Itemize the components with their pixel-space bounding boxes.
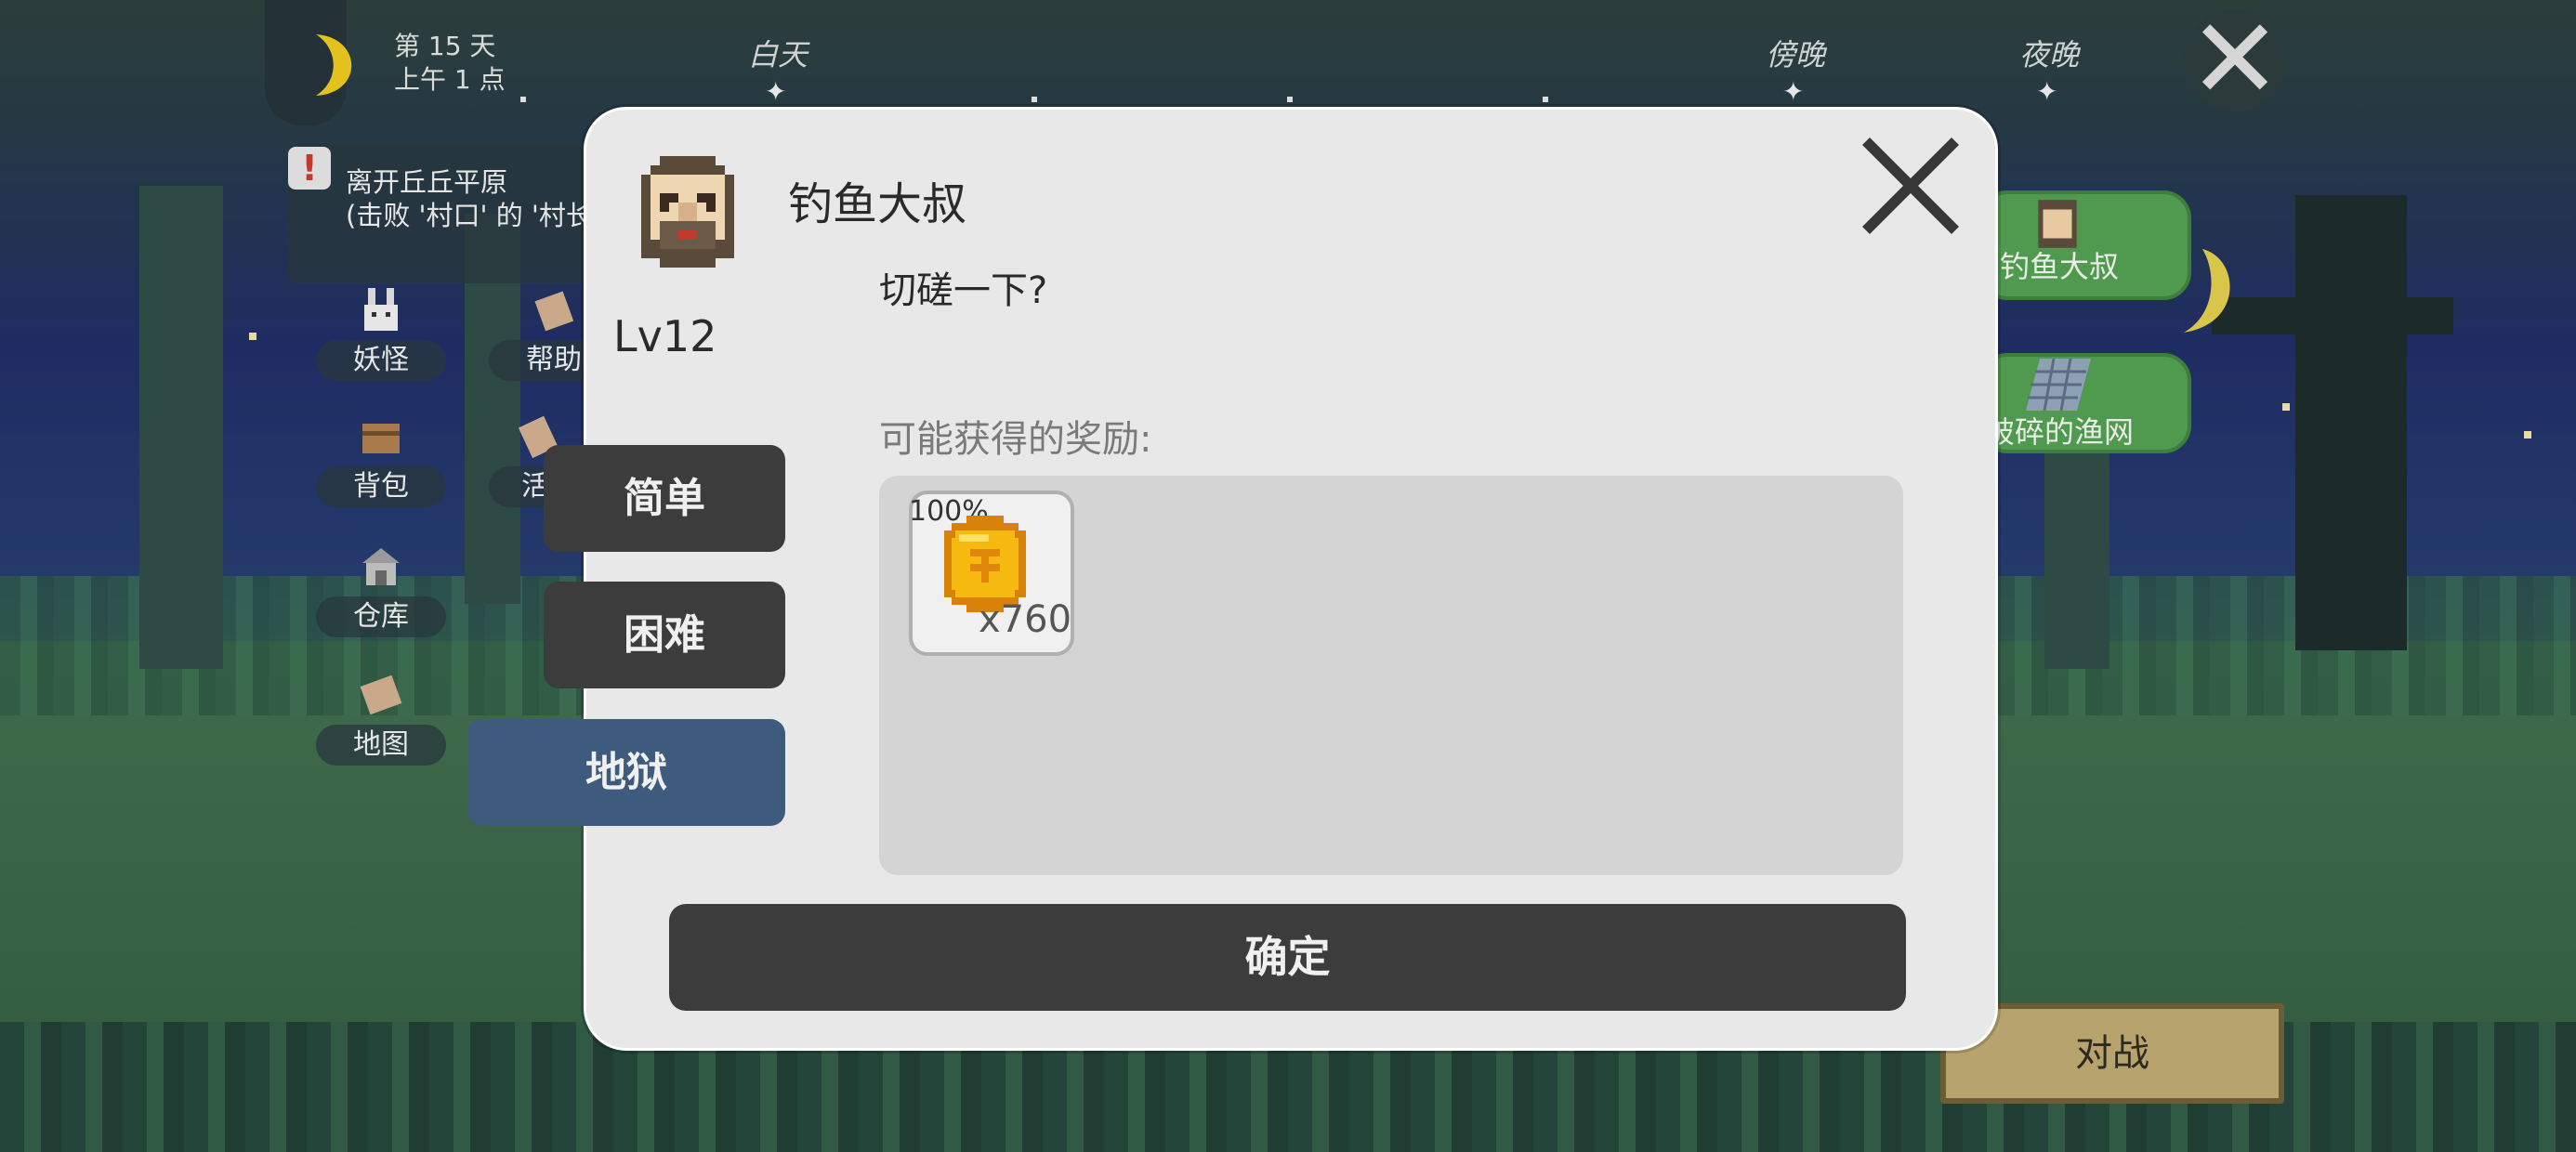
tree-trunk-left: [139, 186, 223, 669]
firefly: [2524, 431, 2531, 439]
close-game-button[interactable]: ✕: [2184, 5, 2286, 116]
scroll-icon: [534, 291, 574, 332]
close-icon: [1862, 137, 1959, 234]
quest-detail: (击败 '村口' 的 '村长: [346, 200, 593, 231]
tree-dark-right: [2295, 195, 2407, 650]
phase-day: 白天: [748, 37, 808, 72]
clock: 上午 1 点: [394, 64, 506, 95]
close-icon: ✕: [2188, 0, 2282, 124]
rewards-heading: 可能获得的奖励:: [879, 418, 1152, 461]
firefly: [249, 333, 256, 340]
broken-net-label: 破碎的渔网: [1985, 414, 2135, 450]
menu-warehouse-button[interactable]: 仓库: [316, 544, 446, 637]
difficulty-hard-button[interactable]: 困难: [544, 582, 785, 688]
quest-text: 离开丘丘平原 (击败 '村口' 的 '村长: [346, 165, 593, 232]
greeting-text: 切磋一下?: [879, 269, 1048, 312]
moon-icon: [316, 34, 352, 96]
phase-dusk: 傍晚: [1766, 37, 1826, 72]
menu-monsters-button[interactable]: 妖怪: [316, 288, 446, 381]
timeline-dot: [520, 97, 526, 102]
menu-map-button[interactable]: 地图: [316, 673, 446, 766]
phase-marker-icon: ✦: [765, 76, 787, 107]
difficulty-easy-button[interactable]: 简单: [544, 445, 785, 552]
menu-label: 妖怪: [353, 344, 409, 376]
npc-fisherman-label: 钓鱼大叔: [2000, 249, 2120, 284]
reward-quantity: x760: [979, 598, 1072, 641]
day-counter: 第 15 天: [394, 31, 496, 61]
warehouse-icon: [362, 548, 400, 585]
close-dialog-button[interactable]: [1857, 132, 1965, 240]
day-time: 第 15 天 上午 1 点: [394, 30, 506, 97]
menu-backpack-button[interactable]: 背包: [316, 414, 446, 507]
confirm-button[interactable]: 确定: [669, 904, 1906, 1011]
timeline-dot: [1032, 97, 1037, 102]
phase-marker-icon: ✦: [2036, 76, 2058, 107]
npc-name: 钓鱼大叔: [788, 178, 967, 230]
menu-label: 背包: [353, 470, 409, 503]
npc-level: Lv12: [613, 311, 717, 361]
quest-title: 离开丘丘平原: [346, 166, 508, 198]
menu-label: 地图: [353, 728, 409, 761]
fishing-net-icon: [2026, 359, 2091, 411]
firefly: [2282, 403, 2290, 411]
rabbit-icon: [364, 288, 398, 331]
timeline-dot: [1543, 97, 1548, 102]
timeline-dot: [1287, 97, 1293, 102]
menu-label: 仓库: [353, 600, 409, 633]
map-icon: [360, 674, 402, 715]
difficulty-hell-button[interactable]: 地狱: [467, 719, 785, 826]
fisherman-portrait-icon: [641, 156, 734, 268]
tree-branch-right: [2212, 297, 2453, 334]
phase-marker-icon: ✦: [1782, 76, 1805, 107]
backpack-icon: [362, 424, 400, 453]
phase-night: 夜晚: [2019, 37, 2080, 72]
alert-icon: !: [288, 147, 331, 190]
day-timeline: [520, 97, 2100, 104]
